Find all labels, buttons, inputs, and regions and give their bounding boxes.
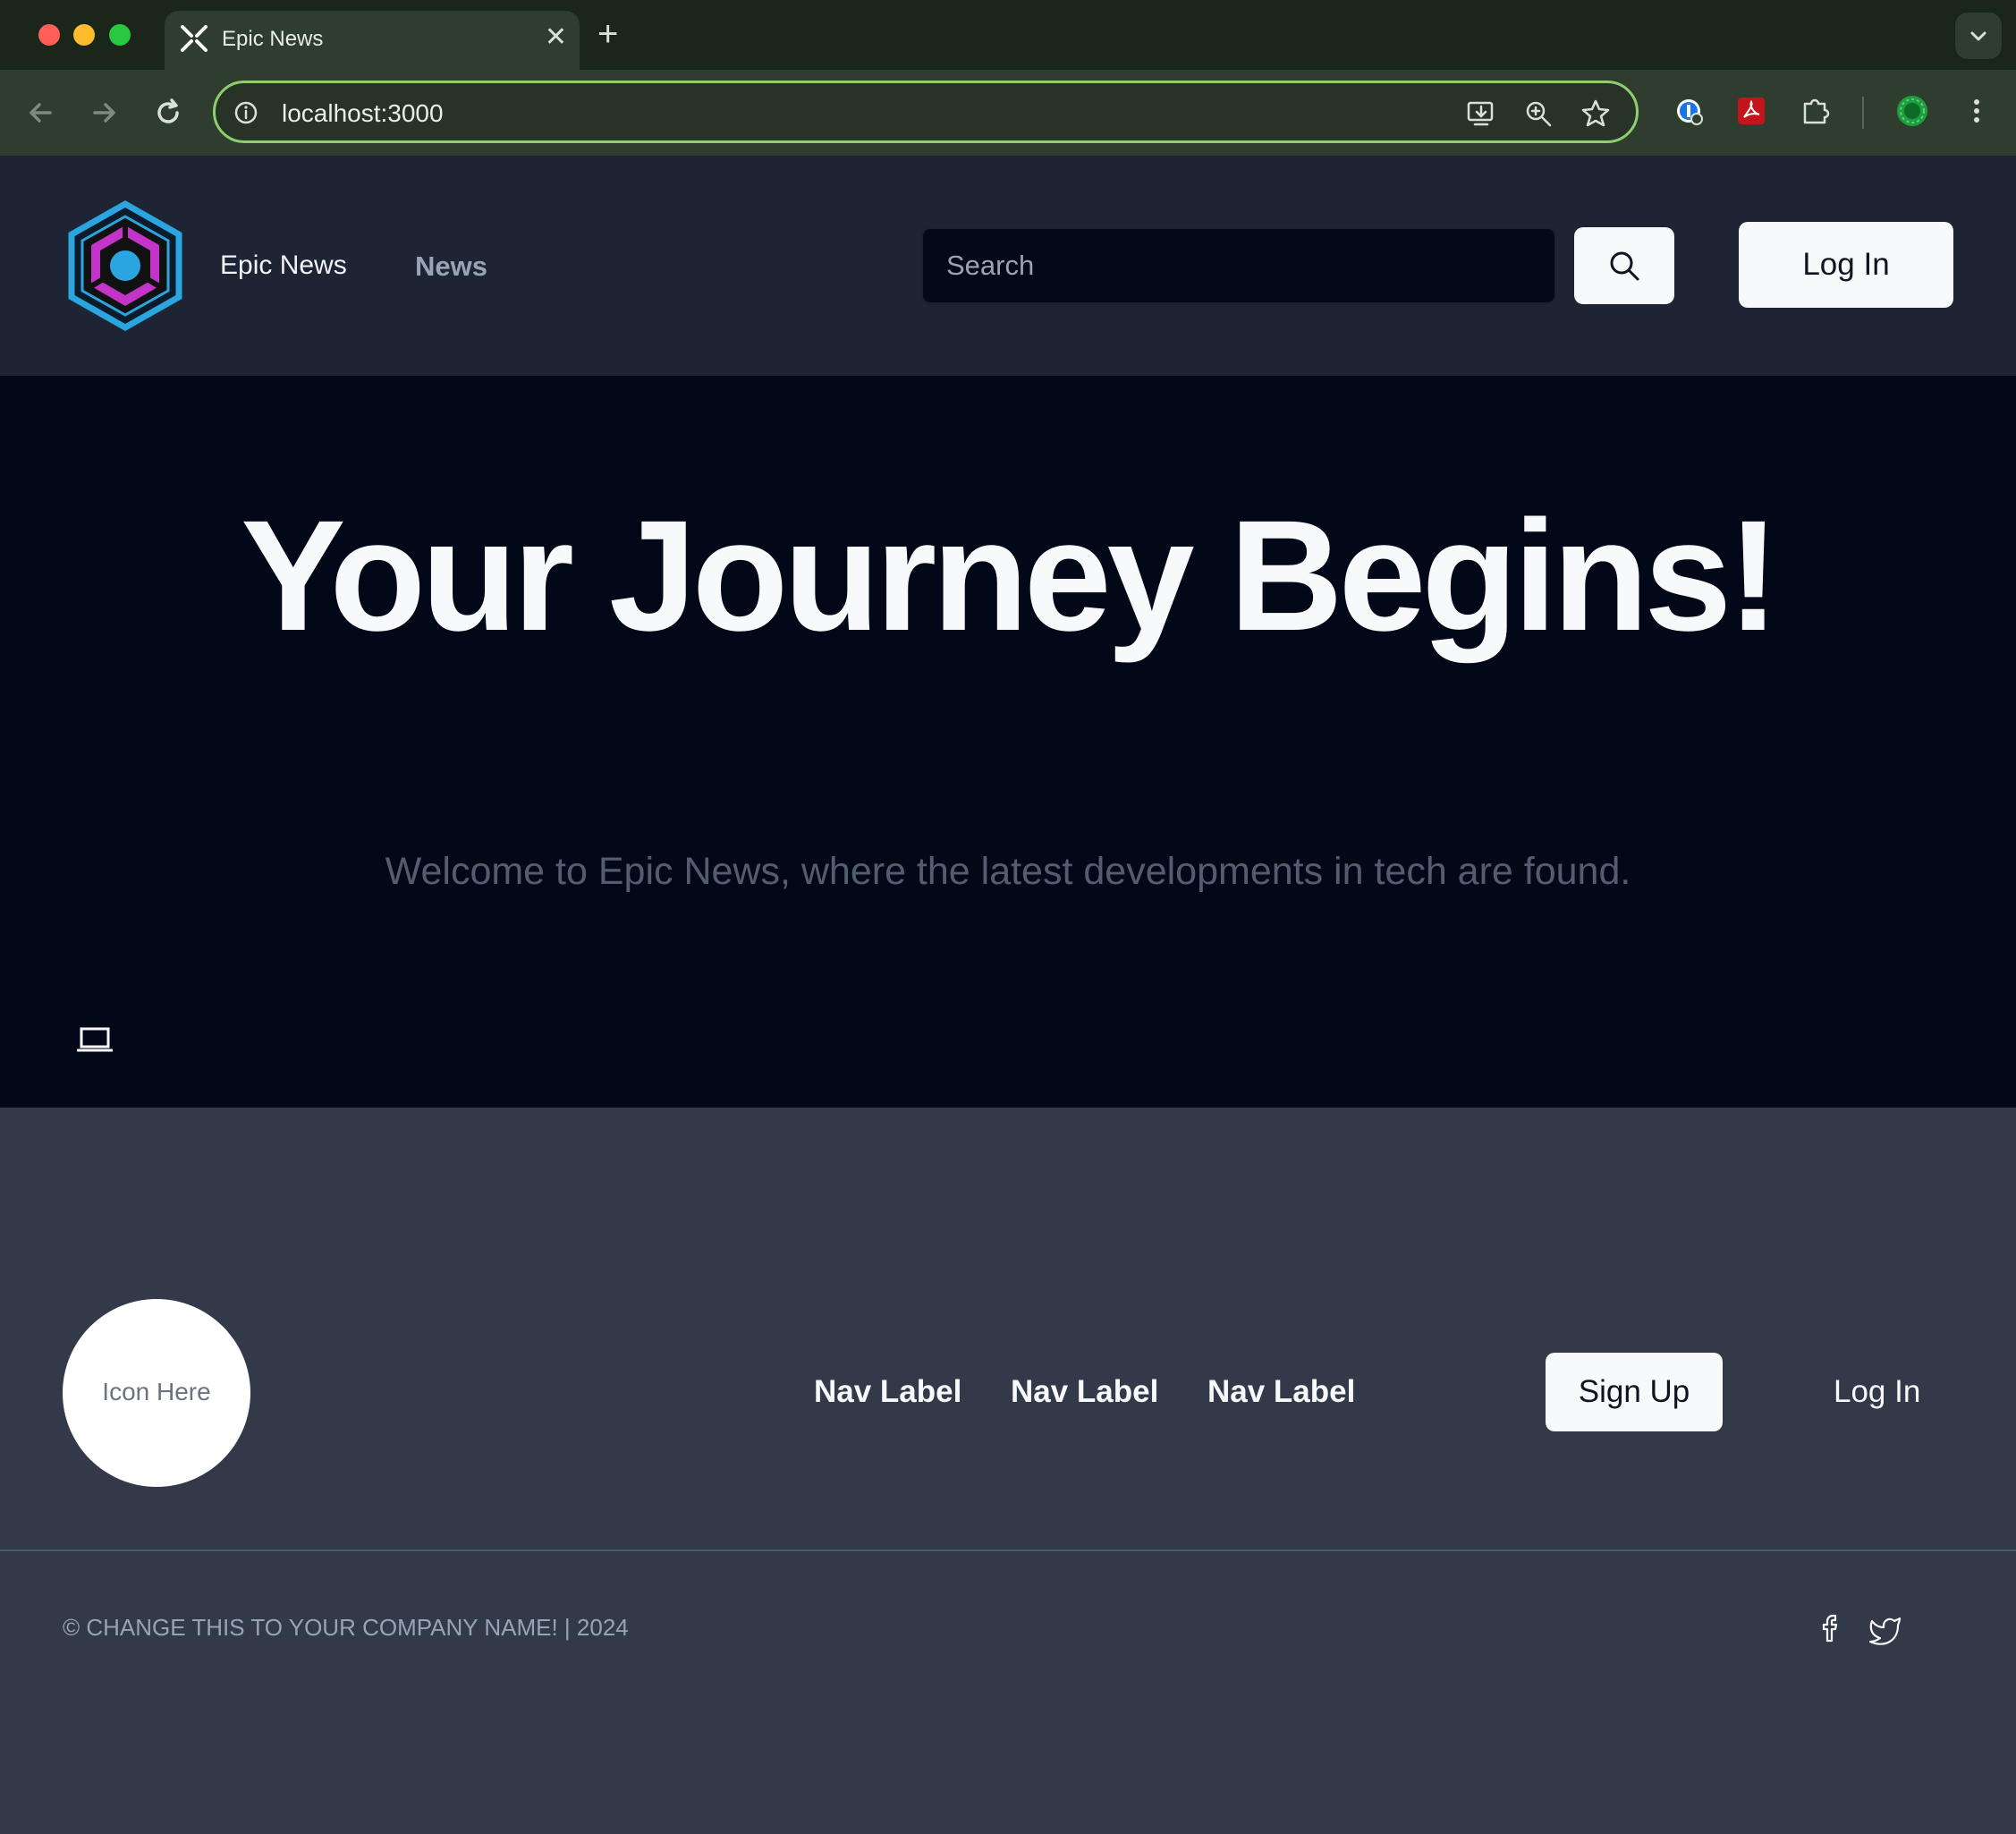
nav-link-news[interactable]: News: [415, 250, 487, 283]
copyright-text: © CHANGE THIS TO YOUR COMPANY NAME! | 20…: [63, 1614, 629, 1641]
hexagon-logo-icon[interactable]: [66, 200, 184, 331]
footer-logo-placeholder-label: Icon Here: [102, 1378, 211, 1405]
remix-favicon-icon: [181, 25, 208, 52]
tab-search-button[interactable]: [1955, 13, 2002, 59]
facebook-icon[interactable]: [1814, 1610, 1850, 1646]
toolbar-divider: [1862, 97, 1864, 129]
footer-logo-placeholder[interactable]: Icon Here: [63, 1299, 250, 1487]
back-arrow-icon[interactable]: [21, 93, 61, 132]
password-manager-extension-icon[interactable]: [1671, 93, 1707, 129]
footer-bottom: © CHANGE THIS TO YOUR COMPANY NAME! | 20…: [0, 1551, 2016, 1834]
footer-main: Icon Here Nav Label Nav Label Nav Label …: [0, 1108, 2016, 1550]
footer-nav-label[interactable]: Nav Label: [1207, 1374, 1355, 1410]
install-app-icon[interactable]: [1466, 98, 1496, 129]
footer-nav-label[interactable]: Nav Label: [1011, 1374, 1158, 1410]
extensions-puzzle-icon[interactable]: [1798, 93, 1834, 129]
address-bar[interactable]: localhost:3000: [213, 81, 1639, 143]
hero-subtitle: Welcome to Epic News, where the latest d…: [385, 850, 1631, 893]
footer-nav-label[interactable]: Nav Label: [814, 1374, 961, 1410]
browser-tab[interactable]: Epic News ✕: [165, 11, 580, 70]
profile-avatar-icon[interactable]: [1894, 93, 1930, 129]
tab-title: Epic News: [222, 27, 324, 51]
chevron-down-icon: [1970, 31, 1986, 41]
url-text[interactable]: localhost:3000: [282, 99, 444, 128]
search-input[interactable]: [921, 227, 1556, 304]
hero-title: Your Journey Begins!: [241, 488, 1780, 664]
hero-section: Your Journey Begins! Welcome to Epic New…: [0, 376, 2016, 1108]
reload-icon[interactable]: [148, 93, 188, 132]
search-icon: [1610, 251, 1639, 281]
browser-menu-icon[interactable]: [1959, 93, 1995, 129]
signup-button[interactable]: Sign Up: [1546, 1353, 1723, 1431]
close-window-button[interactable]: [38, 24, 60, 46]
maximize-window-button[interactable]: [109, 24, 131, 46]
login-button[interactable]: Log In: [1739, 222, 1953, 308]
zoom-icon[interactable]: [1523, 98, 1554, 129]
minimize-window-button[interactable]: [73, 24, 95, 46]
footer-login-link[interactable]: Log In: [1834, 1374, 1920, 1410]
tab-close-icon[interactable]: ✕: [545, 21, 567, 54]
site-info-icon[interactable]: [233, 100, 258, 125]
web-page: Epic News News Log In Your Journey Begin…: [0, 156, 2016, 1834]
site-header: Epic News News Log In: [0, 156, 2016, 376]
pdf-extension-icon[interactable]: [1733, 93, 1769, 129]
search-button[interactable]: [1574, 227, 1674, 304]
twitter-icon[interactable]: [1868, 1610, 1903, 1646]
bookmark-star-icon[interactable]: [1580, 98, 1611, 129]
browser-toolbar: localhost:3000: [0, 70, 2016, 156]
forward-arrow-icon[interactable]: [84, 93, 123, 132]
tab-strip: Epic News ✕ +: [0, 0, 2016, 70]
browser-window: Epic News ✕ + localhost:3000 Epic News N…: [0, 0, 2016, 1834]
brand-name[interactable]: Epic News: [220, 250, 347, 281]
new-tab-button[interactable]: +: [597, 16, 618, 52]
laptop-icon[interactable]: [77, 1025, 113, 1054]
